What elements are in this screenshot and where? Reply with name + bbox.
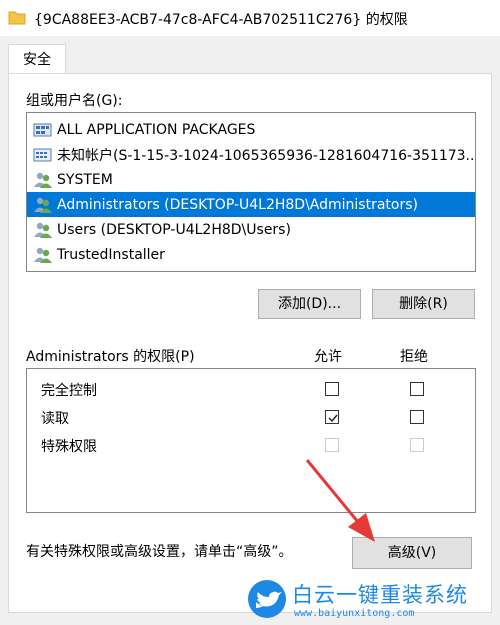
watermark-logo: 白云一键重装系统 www.baiyunxitong.com (248, 578, 500, 625)
watermark-name: 白云一键重装系统 (292, 583, 468, 607)
annotation-arrow-icon (305, 459, 375, 542)
watermark-url: www.baiyunxitong.com (294, 608, 415, 619)
bird-logo-icon (248, 580, 286, 618)
